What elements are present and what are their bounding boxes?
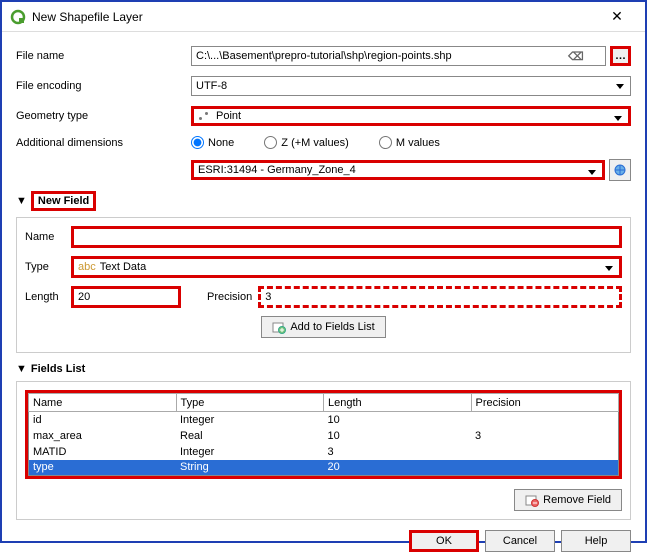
encoding-label: File encoding bbox=[16, 80, 191, 92]
crs-picker-button[interactable] bbox=[609, 159, 631, 181]
help-button[interactable]: Help bbox=[561, 530, 631, 552]
browse-file-button[interactable]: … bbox=[610, 46, 631, 66]
globe-icon bbox=[613, 163, 627, 177]
add-to-fields-button[interactable]: Add to Fields List bbox=[261, 316, 385, 338]
remove-field-icon bbox=[525, 493, 539, 507]
table-row[interactable]: typeString20 bbox=[29, 460, 619, 476]
col-name[interactable]: Name bbox=[29, 394, 177, 412]
point-geometry-icon bbox=[198, 109, 212, 123]
col-length[interactable]: Length bbox=[324, 394, 472, 412]
collapse-icon: ▼ bbox=[16, 363, 27, 375]
window-close-button[interactable]: ✕ bbox=[597, 2, 637, 31]
newfield-length-label: Length bbox=[25, 291, 65, 303]
newfield-length-input[interactable]: 20 bbox=[71, 286, 181, 308]
filename-value: C:\...\Basement\prepro-tutorial\shp\regi… bbox=[196, 50, 452, 62]
fields-table[interactable]: Name Type Length Precision idInteger10 m… bbox=[28, 393, 619, 476]
ok-button[interactable]: OK bbox=[409, 530, 479, 552]
remove-field-button[interactable]: Remove Field bbox=[514, 489, 622, 511]
collapse-icon: ▼ bbox=[16, 195, 27, 207]
radio-none-input[interactable] bbox=[191, 136, 204, 149]
geometry-label: Geometry type bbox=[16, 110, 191, 122]
table-row[interactable]: max_areaReal103 bbox=[29, 428, 619, 444]
geometry-value: Point bbox=[216, 110, 241, 122]
newfield-type-value: Text Data bbox=[100, 261, 146, 273]
radio-z[interactable]: Z (+M values) bbox=[264, 136, 349, 149]
filename-input[interactable]: C:\...\Basement\prepro-tutorial\shp\regi… bbox=[191, 46, 606, 66]
radio-m-input[interactable] bbox=[379, 136, 392, 149]
newfield-precision-input[interactable]: 3 bbox=[258, 286, 622, 308]
filename-label: File name bbox=[16, 50, 191, 62]
newfield-type-select[interactable]: abc Text Data bbox=[71, 256, 622, 278]
dimensions-label: Additional dimensions bbox=[16, 137, 191, 149]
qgis-logo-icon bbox=[10, 9, 26, 25]
clear-filename-icon[interactable]: ⌫ bbox=[569, 49, 583, 63]
table-row[interactable]: MATIDInteger3 bbox=[29, 444, 619, 460]
newfield-title: New Field bbox=[31, 191, 96, 211]
encoding-value: UTF-8 bbox=[196, 80, 227, 92]
radio-none[interactable]: None bbox=[191, 136, 234, 149]
encoding-select[interactable]: UTF-8 bbox=[191, 76, 631, 96]
crs-value: ESRI:31494 - Germany_Zone_4 bbox=[198, 164, 356, 176]
newfield-header[interactable]: ▼ New Field bbox=[16, 191, 631, 211]
fieldslist-title: Fields List bbox=[31, 363, 85, 375]
title-bar: New Shapefile Layer ✕ bbox=[2, 2, 645, 32]
crs-select[interactable]: ESRI:31494 - Germany_Zone_4 bbox=[191, 160, 605, 180]
newfield-name-label: Name bbox=[25, 231, 65, 243]
table-row[interactable]: idInteger10 bbox=[29, 412, 619, 428]
add-field-icon bbox=[272, 320, 286, 334]
fieldslist-header[interactable]: ▼ Fields List bbox=[16, 363, 631, 375]
col-type[interactable]: Type bbox=[176, 394, 324, 412]
radio-z-input[interactable] bbox=[264, 136, 277, 149]
radio-m[interactable]: M values bbox=[379, 136, 440, 149]
window-title: New Shapefile Layer bbox=[32, 10, 597, 24]
cancel-button[interactable]: Cancel bbox=[485, 530, 555, 552]
geometry-select[interactable]: Point bbox=[191, 106, 631, 126]
col-precision[interactable]: Precision bbox=[471, 394, 619, 412]
newfield-name-input[interactable] bbox=[71, 226, 622, 248]
newfield-type-label: Type bbox=[25, 261, 65, 273]
newfield-precision-label: Precision bbox=[207, 291, 252, 303]
text-type-icon: abc bbox=[78, 261, 96, 273]
